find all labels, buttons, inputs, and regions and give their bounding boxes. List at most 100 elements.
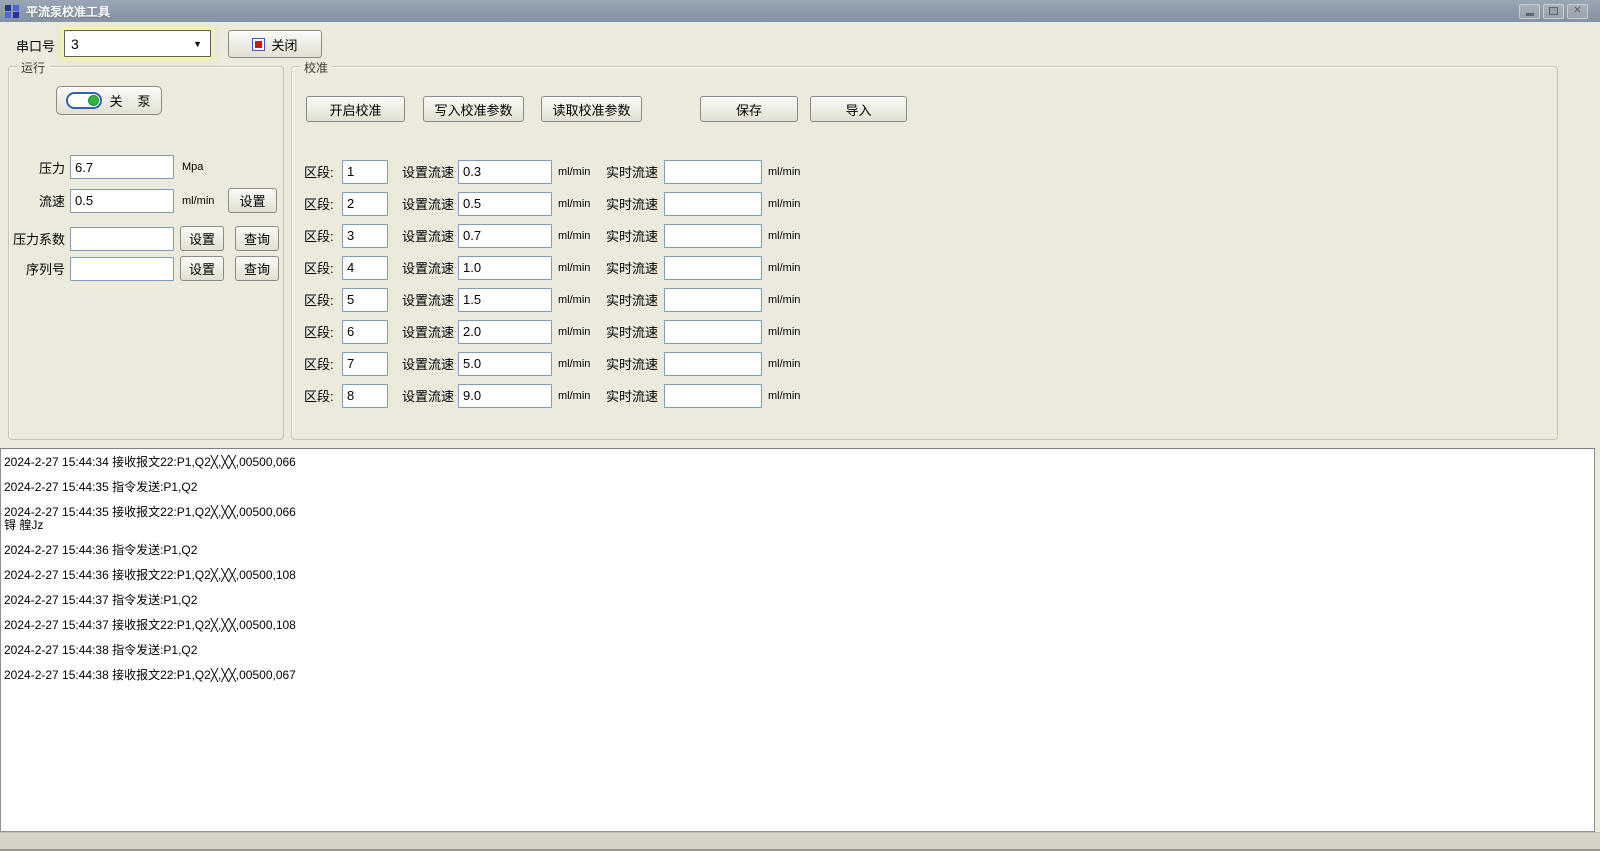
save-button[interactable]: 保存 [700,96,798,122]
set-flow-unit: ml/min [558,166,600,178]
calibration-row: 区段: 设置流速 ml/min 实时流速 ml/min [304,159,810,184]
set-flow-label: 设置流速 [402,226,458,245]
titlebar: 平流泵校准工具 ✕ [0,0,1600,22]
flow-label: 流速 [13,191,65,210]
set-flow-label: 设置流速 [402,322,458,341]
segment-label: 区段: [304,194,342,213]
segment-input[interactable] [342,256,388,280]
set-flow-input[interactable] [458,384,552,408]
realtime-flow-label: 实时流速 [606,162,664,181]
realtime-flow-label: 实时流速 [606,322,664,341]
realtime-flow-input[interactable] [664,160,762,184]
realtime-flow-label: 实时流速 [606,290,664,309]
minimize-button[interactable] [1519,4,1540,19]
realtime-flow-input[interactable] [664,320,762,344]
realtime-flow-unit: ml/min [768,294,810,306]
write-params-button[interactable]: 写入校准参数 [423,96,524,122]
restore-icon [1549,7,1558,15]
set-flow-input[interactable] [458,320,552,344]
realtime-flow-input[interactable] [664,224,762,248]
segment-input[interactable] [342,224,388,248]
pump-toggle-button[interactable]: 关 泵 [56,86,162,115]
log-line: 2024-2-27 15:44:36 接收报文22:P1,Q2╳,╳╳,0050… [4,569,1591,582]
segment-input[interactable] [342,384,388,408]
toggle-knob-icon [88,95,99,106]
calibration-group-title: 校准 [300,59,332,76]
realtime-flow-unit: ml/min [768,358,810,370]
read-params-button[interactable]: 读取校准参数 [541,96,642,122]
pressure-coef-set-button[interactable]: 设置 [180,226,224,251]
calibration-row: 区段: 设置流速 ml/min 实时流速 ml/min [304,383,810,408]
segment-label: 区段: [304,322,342,341]
realtime-flow-label: 实时流速 [606,386,664,405]
segment-input[interactable] [342,288,388,312]
set-flow-unit: ml/min [558,262,600,274]
realtime-flow-input[interactable] [664,256,762,280]
calibration-rows: 区段: 设置流速 ml/min 实时流速 ml/min 区段: 设置流速 ml/… [304,159,810,408]
minimize-icon [1526,13,1534,16]
segment-input[interactable] [342,192,388,216]
realtime-flow-unit: ml/min [768,326,810,338]
flow-input[interactable] [70,189,174,213]
realtime-flow-input[interactable] [664,384,762,408]
close-window-button[interactable]: ✕ [1567,4,1588,19]
flow-set-button[interactable]: 设置 [228,188,277,213]
set-flow-label: 设置流速 [402,194,458,213]
serial-no-input[interactable] [70,257,174,281]
log-output[interactable]: 2024-2-27 15:44:34 接收报文22:P1,Q2╳,╳╳,0050… [0,448,1595,832]
pressure-coef-query-button[interactable]: 查询 [235,226,279,251]
calibration-row: 区段: 设置流速 ml/min 实时流速 ml/min [304,223,810,248]
calibration-group: 校准 开启校准 写入校准参数 读取校准参数 保存 导入 区段: 设置流速 ml/… [291,66,1558,440]
toolbar: 串口号 3 ▼ 关闭 [0,22,1600,64]
serial-no-set-button[interactable]: 设置 [180,256,224,281]
log-line: 2024-2-27 15:44:35 接收报文22:P1,Q2╳,╳╳,0050… [4,506,1591,532]
serial-port-select[interactable]: 3 ▼ [64,30,211,57]
set-flow-input[interactable] [458,256,552,280]
segment-label: 区段: [304,226,342,245]
log-line: 2024-2-27 15:44:34 接收报文22:P1,Q2╳,╳╳,0050… [4,456,1591,469]
segment-input[interactable] [342,160,388,184]
segment-input[interactable] [342,352,388,376]
set-flow-unit: ml/min [558,230,600,242]
realtime-flow-input[interactable] [664,192,762,216]
close-port-button[interactable]: 关闭 [228,30,322,58]
set-flow-input[interactable] [458,160,552,184]
window-title: 平流泵校准工具 [26,3,110,20]
run-group-title: 运行 [17,59,49,76]
realtime-flow-input[interactable] [664,288,762,312]
pressure-row: 压力 Mpa [13,155,228,179]
calibration-row: 区段: 设置流速 ml/min 实时流速 ml/min [304,351,810,376]
set-flow-input[interactable] [458,352,552,376]
realtime-flow-unit: ml/min [768,166,810,178]
import-button[interactable]: 导入 [810,96,907,122]
calibration-row: 区段: 设置流速 ml/min 实时流速 ml/min [304,287,810,312]
log-line: 2024-2-27 15:44:37 接收报文22:P1,Q2╳,╳╳,0050… [4,619,1591,632]
set-flow-input[interactable] [458,288,552,312]
start-calibration-button[interactable]: 开启校准 [306,96,405,122]
toggle-switch-icon [66,92,102,109]
realtime-flow-unit: ml/min [768,230,810,242]
log-line: 2024-2-27 15:44:35 指令发送:P1,Q2 [4,481,1591,494]
chevron-down-icon[interactable]: ▼ [193,39,204,49]
segment-label: 区段: [304,354,342,373]
set-flow-input[interactable] [458,224,552,248]
pressure-coef-input[interactable] [70,227,174,251]
set-flow-label: 设置流速 [402,258,458,277]
pressure-input[interactable] [70,155,174,179]
realtime-flow-unit: ml/min [768,262,810,274]
realtime-flow-input[interactable] [664,352,762,376]
pressure-unit: Mpa [182,161,228,173]
pressure-coef-row: 压力系数 设置 查询 [13,226,279,251]
segment-input[interactable] [342,320,388,344]
pressure-coef-label: 压力系数 [13,229,65,248]
realtime-flow-unit: ml/min [768,198,810,210]
restore-button[interactable] [1543,4,1564,19]
set-flow-unit: ml/min [558,358,600,370]
set-flow-unit: ml/min [558,294,600,306]
realtime-flow-label: 实时流速 [606,226,664,245]
serial-port-value: 3 [71,36,193,52]
set-flow-input[interactable] [458,192,552,216]
set-flow-unit: ml/min [558,390,600,402]
app-icon [4,3,20,19]
serial-no-query-button[interactable]: 查询 [235,256,279,281]
